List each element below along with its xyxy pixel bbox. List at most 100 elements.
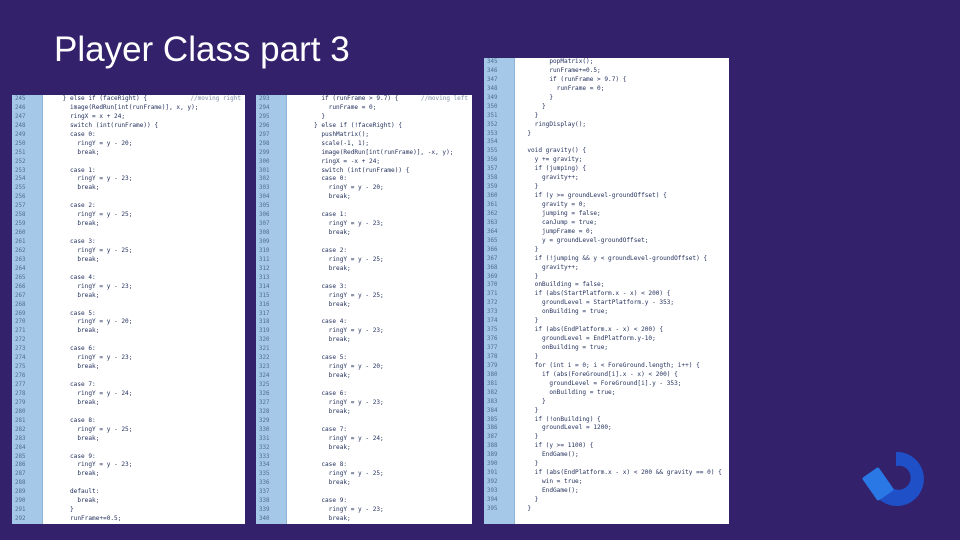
code-line: 358 gravity++; (484, 174, 729, 183)
code-line: 348 runFrame = 0; (484, 85, 729, 94)
code-line: 379 for (int i = 0; i < ForeGround.lengt… (484, 362, 729, 371)
code-text: break; (48, 291, 100, 299)
code-line: 297 pushMatrix(); (256, 131, 472, 140)
code-line: 385 if (!onBuilding) { (484, 416, 729, 425)
code-line: 323 ringY = y - 20; (256, 363, 472, 372)
code-text: break; (292, 264, 351, 272)
line-number: 280 (15, 408, 26, 415)
code-text: break; (48, 497, 100, 505)
code-line: 382 onBuilding = true; (484, 389, 729, 398)
line-number: 378 (487, 353, 498, 360)
line-number: 361 (487, 202, 498, 208)
code-line: 317 (256, 310, 472, 319)
code-text: ringY = y - 23; (48, 354, 133, 362)
line-number: 292 (15, 516, 26, 523)
code-line: 289 default: (12, 488, 245, 497)
code-line: 304 break; (256, 193, 472, 202)
line-number: 254 (15, 176, 26, 183)
line-number: 384 (487, 407, 498, 414)
line-number: 394 (487, 496, 498, 503)
code-line: 312 break; (256, 265, 472, 274)
code-line: 310 case 2: (256, 247, 472, 256)
code-text: groundLevel = ForeGround[i].y - 353; (520, 379, 682, 387)
code-text: jumping = false; (520, 209, 601, 217)
line-number: 290 (15, 498, 26, 505)
line-number: 282 (15, 426, 26, 433)
code-line: 378 } (484, 353, 729, 362)
line-number: 388 (487, 443, 498, 450)
line-number: 275 (15, 364, 26, 371)
code-line: 254 ringY = y - 23; (12, 175, 245, 184)
code-line: 390 } (484, 460, 729, 469)
code-text: case 9: (48, 452, 96, 460)
code-text: } (520, 352, 539, 360)
code-line: 272 (12, 336, 245, 345)
code-text: gravity++; (520, 263, 579, 271)
code-text: if (jumping) { (520, 165, 587, 173)
line-number: 276 (15, 373, 26, 380)
code-line: 275 break; (12, 363, 245, 372)
code-line: 316 break; (256, 301, 472, 310)
code-line: 294 runFrame = 0; (256, 104, 472, 113)
line-number: 363 (487, 219, 498, 226)
line-number: 293 (259, 96, 270, 102)
line-number: 283 (15, 435, 26, 442)
code-text: popMatrix(); (520, 58, 594, 65)
code-line: 387 } (484, 433, 729, 442)
line-number: 317 (259, 310, 270, 317)
code-line: 252 (12, 158, 245, 167)
line-number: 329 (259, 417, 270, 424)
code-text: } (520, 504, 532, 512)
code-panel-3: 345 popMatrix(); 346 runFrame+=0.5; 347 if… (484, 58, 729, 524)
code-text: } (520, 397, 546, 405)
line-number: 395 (487, 505, 498, 512)
code-line: 384 } (484, 407, 729, 416)
code-line: 377 onBuilding = true; (484, 344, 729, 353)
code-line: 303 ringY = y - 20; (256, 184, 472, 193)
code-line: 337 (256, 488, 472, 497)
code-text: if (abs(ForeGround[i].x - x) < 200) { (520, 370, 678, 378)
code-text: runFrame = 0; (520, 84, 605, 92)
code-line: 293 if (runFrame > 9.7) {//moving left (256, 95, 472, 104)
line-number: 364 (487, 228, 498, 235)
code-line: 281 case 8: (12, 417, 245, 426)
code-line: 362 jumping = false; (484, 210, 729, 219)
code-text: } (520, 183, 539, 191)
code-line: 326 case 6: (256, 390, 472, 399)
code-line: 394 } (484, 496, 729, 505)
code-text: break; (48, 148, 100, 156)
line-number: 369 (487, 273, 498, 280)
line-number: 393 (487, 488, 498, 494)
code-text: } (520, 102, 546, 110)
code-text: ringY = y - 25; (48, 211, 133, 219)
line-number: 302 (259, 176, 270, 183)
code-text: break; (48, 220, 100, 228)
line-number: 285 (15, 453, 26, 460)
code-line: 367 if (!jumping && y < groundLevel-grou… (484, 255, 729, 264)
code-line: 280 (12, 408, 245, 417)
code-line: 322 case 5: (256, 354, 472, 363)
line-number: 379 (487, 362, 498, 369)
code-line: 262 ringY = y - 25; (12, 247, 245, 256)
code-line: 291 } (12, 506, 245, 515)
line-number: 284 (15, 444, 26, 451)
line-number: 277 (15, 382, 26, 388)
code-text: case 4: (292, 318, 348, 326)
code-text: ringY = y - 25; (292, 470, 384, 478)
code-text: } (520, 460, 539, 468)
code-line: 331 ringY = y - 24; (256, 435, 472, 444)
code-text: runFrame+=0.5; (520, 66, 601, 74)
line-number: 331 (259, 435, 270, 442)
code-line: 309 (256, 238, 472, 247)
line-number: 371 (487, 291, 498, 298)
line-number: 314 (259, 283, 270, 290)
code-line: 319 ringY = y - 23; (256, 327, 472, 336)
code-text: ringY = y - 23; (292, 220, 384, 228)
code-lines: 245 } else if (faceRight) {//moving righ… (12, 95, 245, 524)
code-line: 339 ringY = y - 23; (256, 506, 472, 515)
code-text: ringY = y - 20; (48, 139, 133, 147)
line-number: 370 (487, 282, 498, 289)
code-text: groundLevel = 1200; (520, 424, 612, 432)
code-text: EndGame(); (520, 451, 579, 459)
line-number: 335 (259, 471, 270, 478)
